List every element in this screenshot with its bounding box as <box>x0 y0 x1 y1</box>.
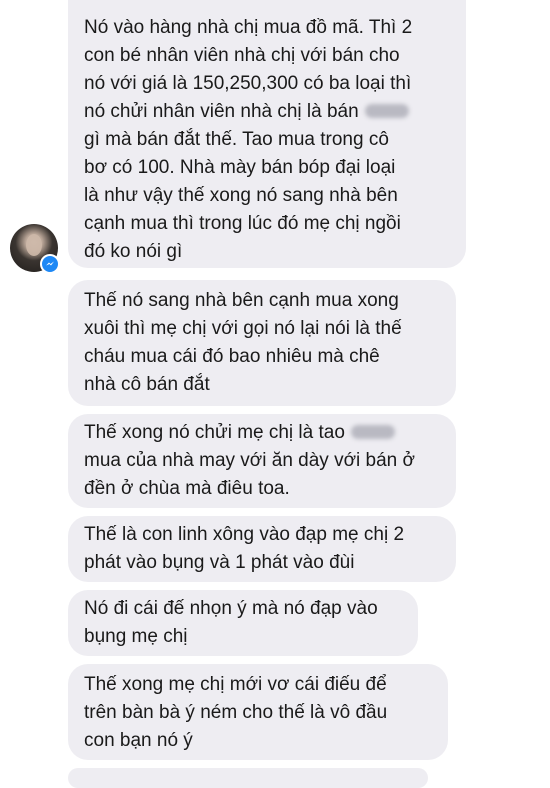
message-bubble: Nó đi cái đế nhọn ý mà nó đạp vào bụng m… <box>68 590 418 656</box>
message-line: cháu mua cái đó bao nhiêu mà chê <box>84 346 380 367</box>
message-line-with-censor: nó chửi nhân viên nhà chị là bán <box>84 98 450 126</box>
message-line: con bé nhân viên nhà chị với bán cho <box>84 45 400 66</box>
message-bubble: Nó vào hàng nhà chị mua đồ mã. Thì 2 con… <box>68 0 466 268</box>
message-text: Thế xong nó chửi mẹ chị là tao <box>84 422 345 443</box>
message-line: mua của nhà may với ăn dày với bán ở <box>84 450 415 471</box>
message-line: bụng mẹ chị <box>84 626 188 647</box>
messenger-bolt-icon <box>46 261 54 266</box>
message-line: là như vậy thế xong nó sang nhà bên <box>84 185 398 206</box>
message-line: nhà cô bán đắt <box>84 374 210 395</box>
message-bubble: Thế xong nó chửi mẹ chị là tao mua của n… <box>68 414 456 508</box>
message-line: con bạn nó ý <box>84 730 193 751</box>
message-line: Nó vào hàng nhà chị mua đồ mã. Thì 2 <box>84 17 413 38</box>
message-line: phát vào bụng và 1 phát vào đùi <box>84 552 355 573</box>
message-line: Thế là con linh xông vào đạp mẹ chị 2 <box>84 524 405 545</box>
message-line: bơ có 100. Nhà mày bán bóp đại loại <box>84 157 396 178</box>
message-line: Nó đi cái đế nhọn ý mà nó đạp vào <box>84 598 378 619</box>
messenger-badge-icon <box>40 254 60 274</box>
message-line: đền ở chùa mà điêu toa. <box>84 478 290 499</box>
message-bubble: Thế là con linh xông vào đạp mẹ chị 2 ph… <box>68 516 456 582</box>
chat-thread: Nó vào hàng nhà chị mua đồ mã. Thì 2 con… <box>0 0 550 788</box>
message-line: trên bàn bà ý ném cho thế là vô đầu <box>84 702 388 723</box>
message-bubble-partial <box>68 768 428 788</box>
message-line: Thế nó sang nhà bên cạnh mua xong <box>84 290 399 311</box>
message-line: xuôi thì mẹ chị với gọi nó lại nói là th… <box>84 318 402 339</box>
message-line-with-censor: Thế xong nó chửi mẹ chị là tao <box>84 419 440 447</box>
avatar-photo <box>26 234 42 256</box>
censored-word-blur <box>350 425 395 439</box>
message-bubble: Thế nó sang nhà bên cạnh mua xong xuôi t… <box>68 280 456 406</box>
censored-word-blur <box>364 104 409 118</box>
message-line: gì mà bán đắt thế. Tao mua trong cô <box>84 129 389 150</box>
message-line: nó với giá là 150,250,300 có ba loại thì <box>84 73 412 94</box>
message-line: đó ko nói gì <box>84 241 183 262</box>
message-line: Thế xong mẹ chị mới vơ cái điếu để <box>84 674 387 695</box>
message-text: nó chửi nhân viên nhà chị là bán <box>84 101 359 122</box>
sender-avatar[interactable] <box>10 224 60 274</box>
message-line: cạnh mua thì trong lúc đó mẹ chị ngồi <box>84 213 401 234</box>
message-bubble: Thế xong mẹ chị mới vơ cái điếu để trên … <box>68 664 448 760</box>
